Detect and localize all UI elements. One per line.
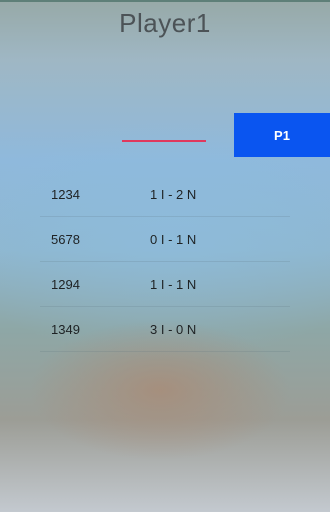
guess-code: 5678 xyxy=(51,231,80,247)
guess-input-wrapper[interactable] xyxy=(122,112,206,144)
p1-button[interactable]: P1 xyxy=(234,113,330,157)
guess-score: 0 I - 1 N xyxy=(150,231,197,247)
list-item: 5678 0 I - 1 N xyxy=(40,217,290,262)
guess-score: 3 I - 0 N xyxy=(150,321,197,337)
guess-score: 1 I - 2 N xyxy=(150,186,197,202)
results-list: 1234 1 I - 2 N 5678 0 I - 1 N 1294 1 I -… xyxy=(40,172,290,352)
guess-score: 1 I - 1 N xyxy=(150,276,197,292)
guess-code: 1349 xyxy=(51,321,80,337)
top-divider xyxy=(0,0,330,2)
list-item: 1234 1 I - 2 N xyxy=(40,172,290,217)
guess-input[interactable] xyxy=(122,112,206,142)
guess-code: 1294 xyxy=(51,276,80,292)
page-title: Player1 xyxy=(119,8,211,38)
guess-code: 1234 xyxy=(51,186,80,202)
list-item: 1294 1 I - 1 N xyxy=(40,262,290,307)
list-item: 1349 3 I - 0 N xyxy=(40,307,290,352)
